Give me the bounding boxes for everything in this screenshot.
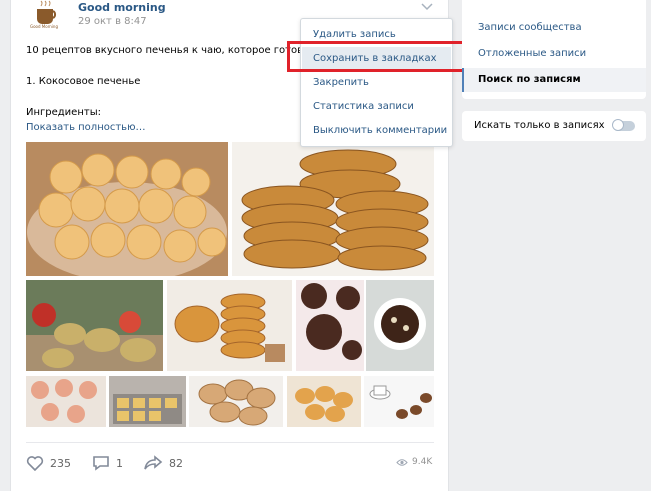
highlight-box	[287, 41, 465, 72]
sidebar-item-postponed[interactable]: Отложенные записи	[462, 42, 646, 66]
search-only-posts-toggle[interactable]	[612, 119, 635, 131]
photo-baking-tray[interactable]	[109, 376, 186, 427]
sidebar-item-community-posts[interactable]: Записи сообщества	[462, 16, 646, 40]
post-text-line-2: 1. Кокосовое печенье	[26, 76, 141, 87]
comment-icon	[93, 456, 109, 471]
post-actions-divider	[26, 442, 434, 443]
menu-item-statistics[interactable]: Статистика записи	[302, 95, 451, 119]
share-count: 82	[169, 456, 183, 470]
post-actions-menu: Удалить запись Сохранить в закладках Зак…	[300, 18, 453, 147]
views-count: 9.4K	[412, 457, 433, 467]
photo-apple-cookies[interactable]	[26, 280, 163, 371]
post-date[interactable]: 29 окт в 8:47	[78, 16, 147, 27]
heart-icon	[26, 456, 44, 471]
photo-chocolate-cookies[interactable]	[296, 280, 364, 371]
show-more-link[interactable]: Показать полностью…	[26, 122, 146, 133]
search-options-box: Искать только в записях	[462, 111, 646, 141]
views-counter: 9.4K	[396, 457, 432, 467]
comment-count: 1	[116, 456, 123, 470]
eye-icon	[396, 458, 408, 466]
comment-button[interactable]: 1	[92, 455, 123, 471]
photo-oatmeal-stack[interactable]	[167, 280, 292, 371]
sidebar-nav: Записи сообщества Отложенные записи Поис…	[462, 0, 646, 99]
chevron-down-icon[interactable]	[421, 3, 433, 11]
photo-coconut-cookies[interactable]	[26, 142, 228, 276]
photo-coffee-cookies[interactable]	[364, 376, 434, 427]
photo-sesame-cookies[interactable]	[232, 142, 434, 276]
photo-star-cookies[interactable]	[26, 376, 106, 427]
photo-shell-cookies[interactable]	[287, 376, 361, 427]
share-button[interactable]: 82	[143, 455, 183, 471]
like-count: 235	[50, 456, 71, 470]
like-button[interactable]: 235	[26, 455, 71, 471]
post-author[interactable]: Good morning	[78, 1, 166, 14]
photo-round-cookies[interactable]	[189, 376, 283, 427]
menu-item-pin[interactable]: Закрепить	[302, 71, 451, 95]
avatar-logo-text: Good Morning	[30, 24, 58, 29]
share-icon	[144, 455, 163, 470]
menu-item-disable-comments[interactable]: Выключить комментарии	[302, 119, 451, 143]
sidebar-item-search-posts[interactable]: Поиск по записям	[462, 68, 646, 92]
post-text-line-1: 10 рецептов вкусного печенья к чаю, кото…	[26, 45, 327, 56]
photo-chocolate-plate[interactable]	[366, 280, 434, 371]
post-text-line-3: Ингредиенты:	[26, 107, 101, 118]
toggle-knob	[612, 119, 624, 131]
search-only-posts-label: Искать только в записях	[474, 120, 605, 131]
